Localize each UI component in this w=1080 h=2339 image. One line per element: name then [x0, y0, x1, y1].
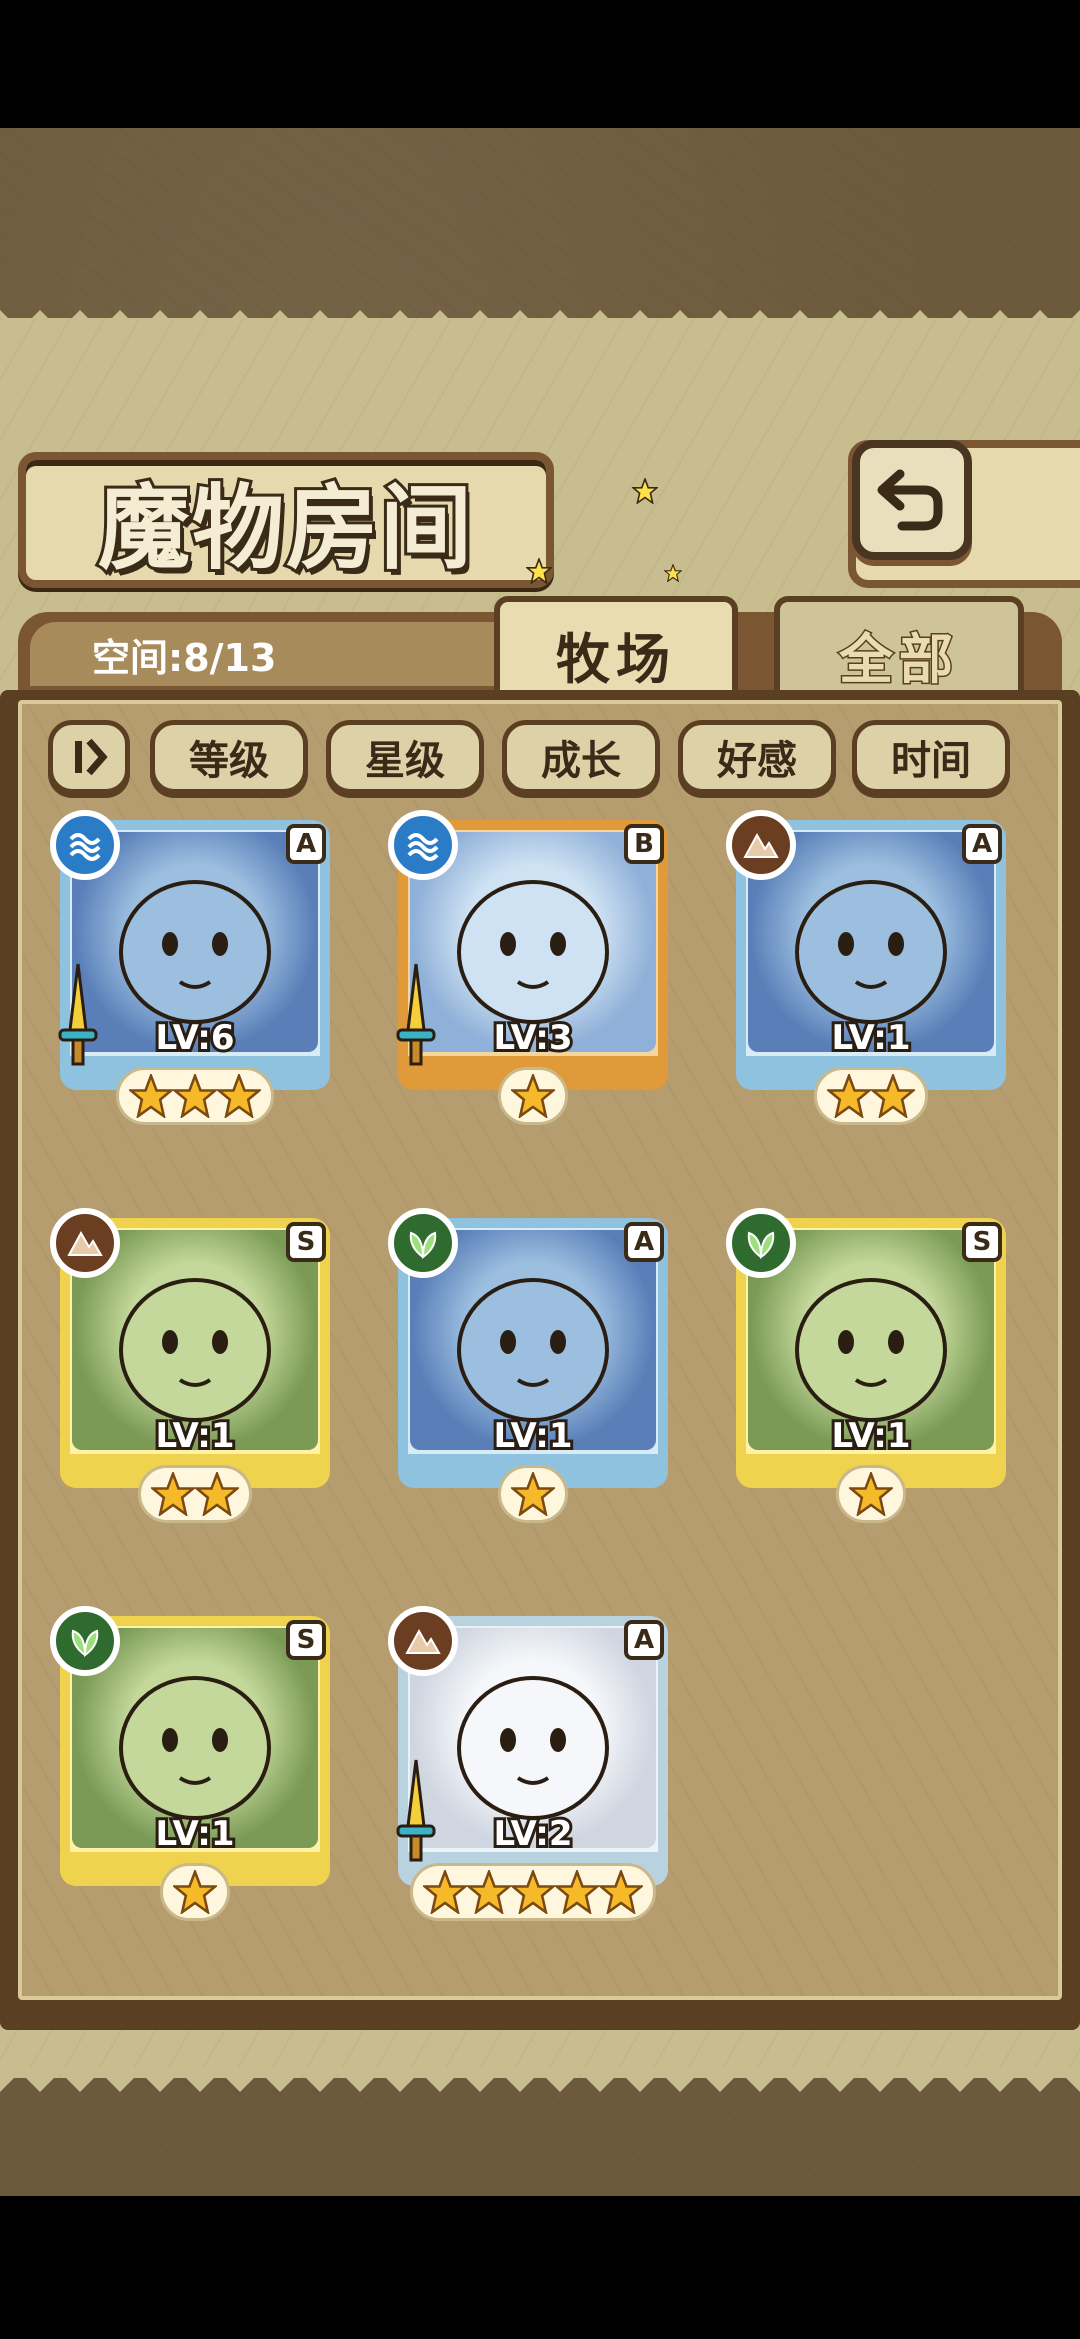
- water-element-icon: [50, 810, 120, 880]
- monster-card[interactable]: LV:2 A: [388, 1606, 678, 1926]
- star-icon: [871, 1074, 915, 1118]
- water-element-icon: [388, 810, 458, 880]
- star-icon: [173, 1074, 217, 1118]
- sparkle-icon: [526, 558, 552, 584]
- star-icon: [151, 1472, 195, 1516]
- star-rating: [388, 1464, 678, 1524]
- star-icon: [555, 1870, 599, 1914]
- title-plate: 魔物房间: [18, 452, 554, 588]
- paper-torn-edge-bottom: [0, 2068, 1080, 2092]
- space-capacity: 空间:8/13: [30, 622, 500, 686]
- equipped-sword-icon: [396, 1759, 436, 1862]
- sort-toolbar: 等级 星级 成长 好感 时间: [44, 720, 1044, 800]
- monster-level: LV:1: [828, 1413, 913, 1459]
- sort-growth-button[interactable]: 成长: [502, 720, 660, 794]
- star-rating: [388, 1066, 678, 1126]
- star-icon: [849, 1472, 893, 1516]
- monster-level: LV:1: [152, 1413, 237, 1459]
- star-icon: [217, 1074, 261, 1118]
- monster-card[interactable]: LV:1 S: [50, 1208, 340, 1528]
- sparkle-icon: [664, 564, 682, 582]
- rank-badge: S: [286, 1620, 326, 1660]
- plant-element-icon: [388, 1208, 458, 1278]
- star-icon: [511, 1472, 555, 1516]
- sort-order-toggle[interactable]: [48, 720, 130, 794]
- sort-time-button[interactable]: 时间: [852, 720, 1010, 794]
- star-rating: [388, 1862, 678, 1922]
- back-button[interactable]: [852, 440, 972, 560]
- status-bar-area: [0, 0, 1080, 128]
- navigation-bar-area: [0, 2196, 1080, 2339]
- plant-element-icon: [50, 1606, 120, 1676]
- star-rating: [50, 1862, 340, 1922]
- star-rating: [50, 1464, 340, 1524]
- sort-affection-button[interactable]: 好感: [678, 720, 836, 794]
- page-title: 魔物房间: [95, 472, 475, 585]
- rank-badge: B: [624, 824, 664, 864]
- star-icon: [173, 1870, 217, 1914]
- sparkle-icon: [632, 478, 658, 504]
- star-icon: [467, 1870, 511, 1914]
- earth-element-icon: [50, 1208, 120, 1278]
- star-icon: [511, 1074, 555, 1118]
- earth-element-icon: [726, 810, 796, 880]
- rank-badge: A: [286, 824, 326, 864]
- monster-card[interactable]: LV:6 A: [50, 810, 340, 1130]
- monster-card[interactable]: LV:1 S: [726, 1208, 1016, 1528]
- back-arrow-icon: [877, 469, 943, 531]
- rank-badge: A: [624, 1222, 664, 1262]
- sort-level-button[interactable]: 等级: [150, 720, 308, 794]
- rank-badge: S: [962, 1222, 1002, 1262]
- monster-level: LV:1: [490, 1413, 575, 1459]
- rank-badge: S: [286, 1222, 326, 1262]
- earth-element-icon: [388, 1606, 458, 1676]
- star-rating: [50, 1066, 340, 1126]
- star-icon: [827, 1074, 871, 1118]
- monster-card[interactable]: LV:3 B: [388, 810, 678, 1130]
- monster-level: LV:1: [828, 1015, 913, 1061]
- rank-badge: A: [624, 1620, 664, 1660]
- star-icon: [129, 1074, 173, 1118]
- sort-order-icon: [75, 738, 108, 776]
- star-icon: [423, 1870, 467, 1914]
- star-rating: [726, 1066, 1016, 1126]
- monster-card[interactable]: LV:1 A: [388, 1208, 678, 1528]
- sort-stars-button[interactable]: 星级: [326, 720, 484, 794]
- star-icon: [195, 1472, 239, 1516]
- plant-element-icon: [726, 1208, 796, 1278]
- monster-card[interactable]: LV:1 S: [50, 1606, 340, 1926]
- equipped-sword-icon: [58, 963, 98, 1066]
- star-icon: [599, 1870, 643, 1914]
- star-icon: [511, 1870, 555, 1914]
- monster-card[interactable]: LV:1 A: [726, 810, 1016, 1130]
- monster-level: LV:1: [152, 1811, 237, 1857]
- star-rating: [726, 1464, 1016, 1524]
- rank-badge: A: [962, 824, 1002, 864]
- equipped-sword-icon: [396, 963, 436, 1066]
